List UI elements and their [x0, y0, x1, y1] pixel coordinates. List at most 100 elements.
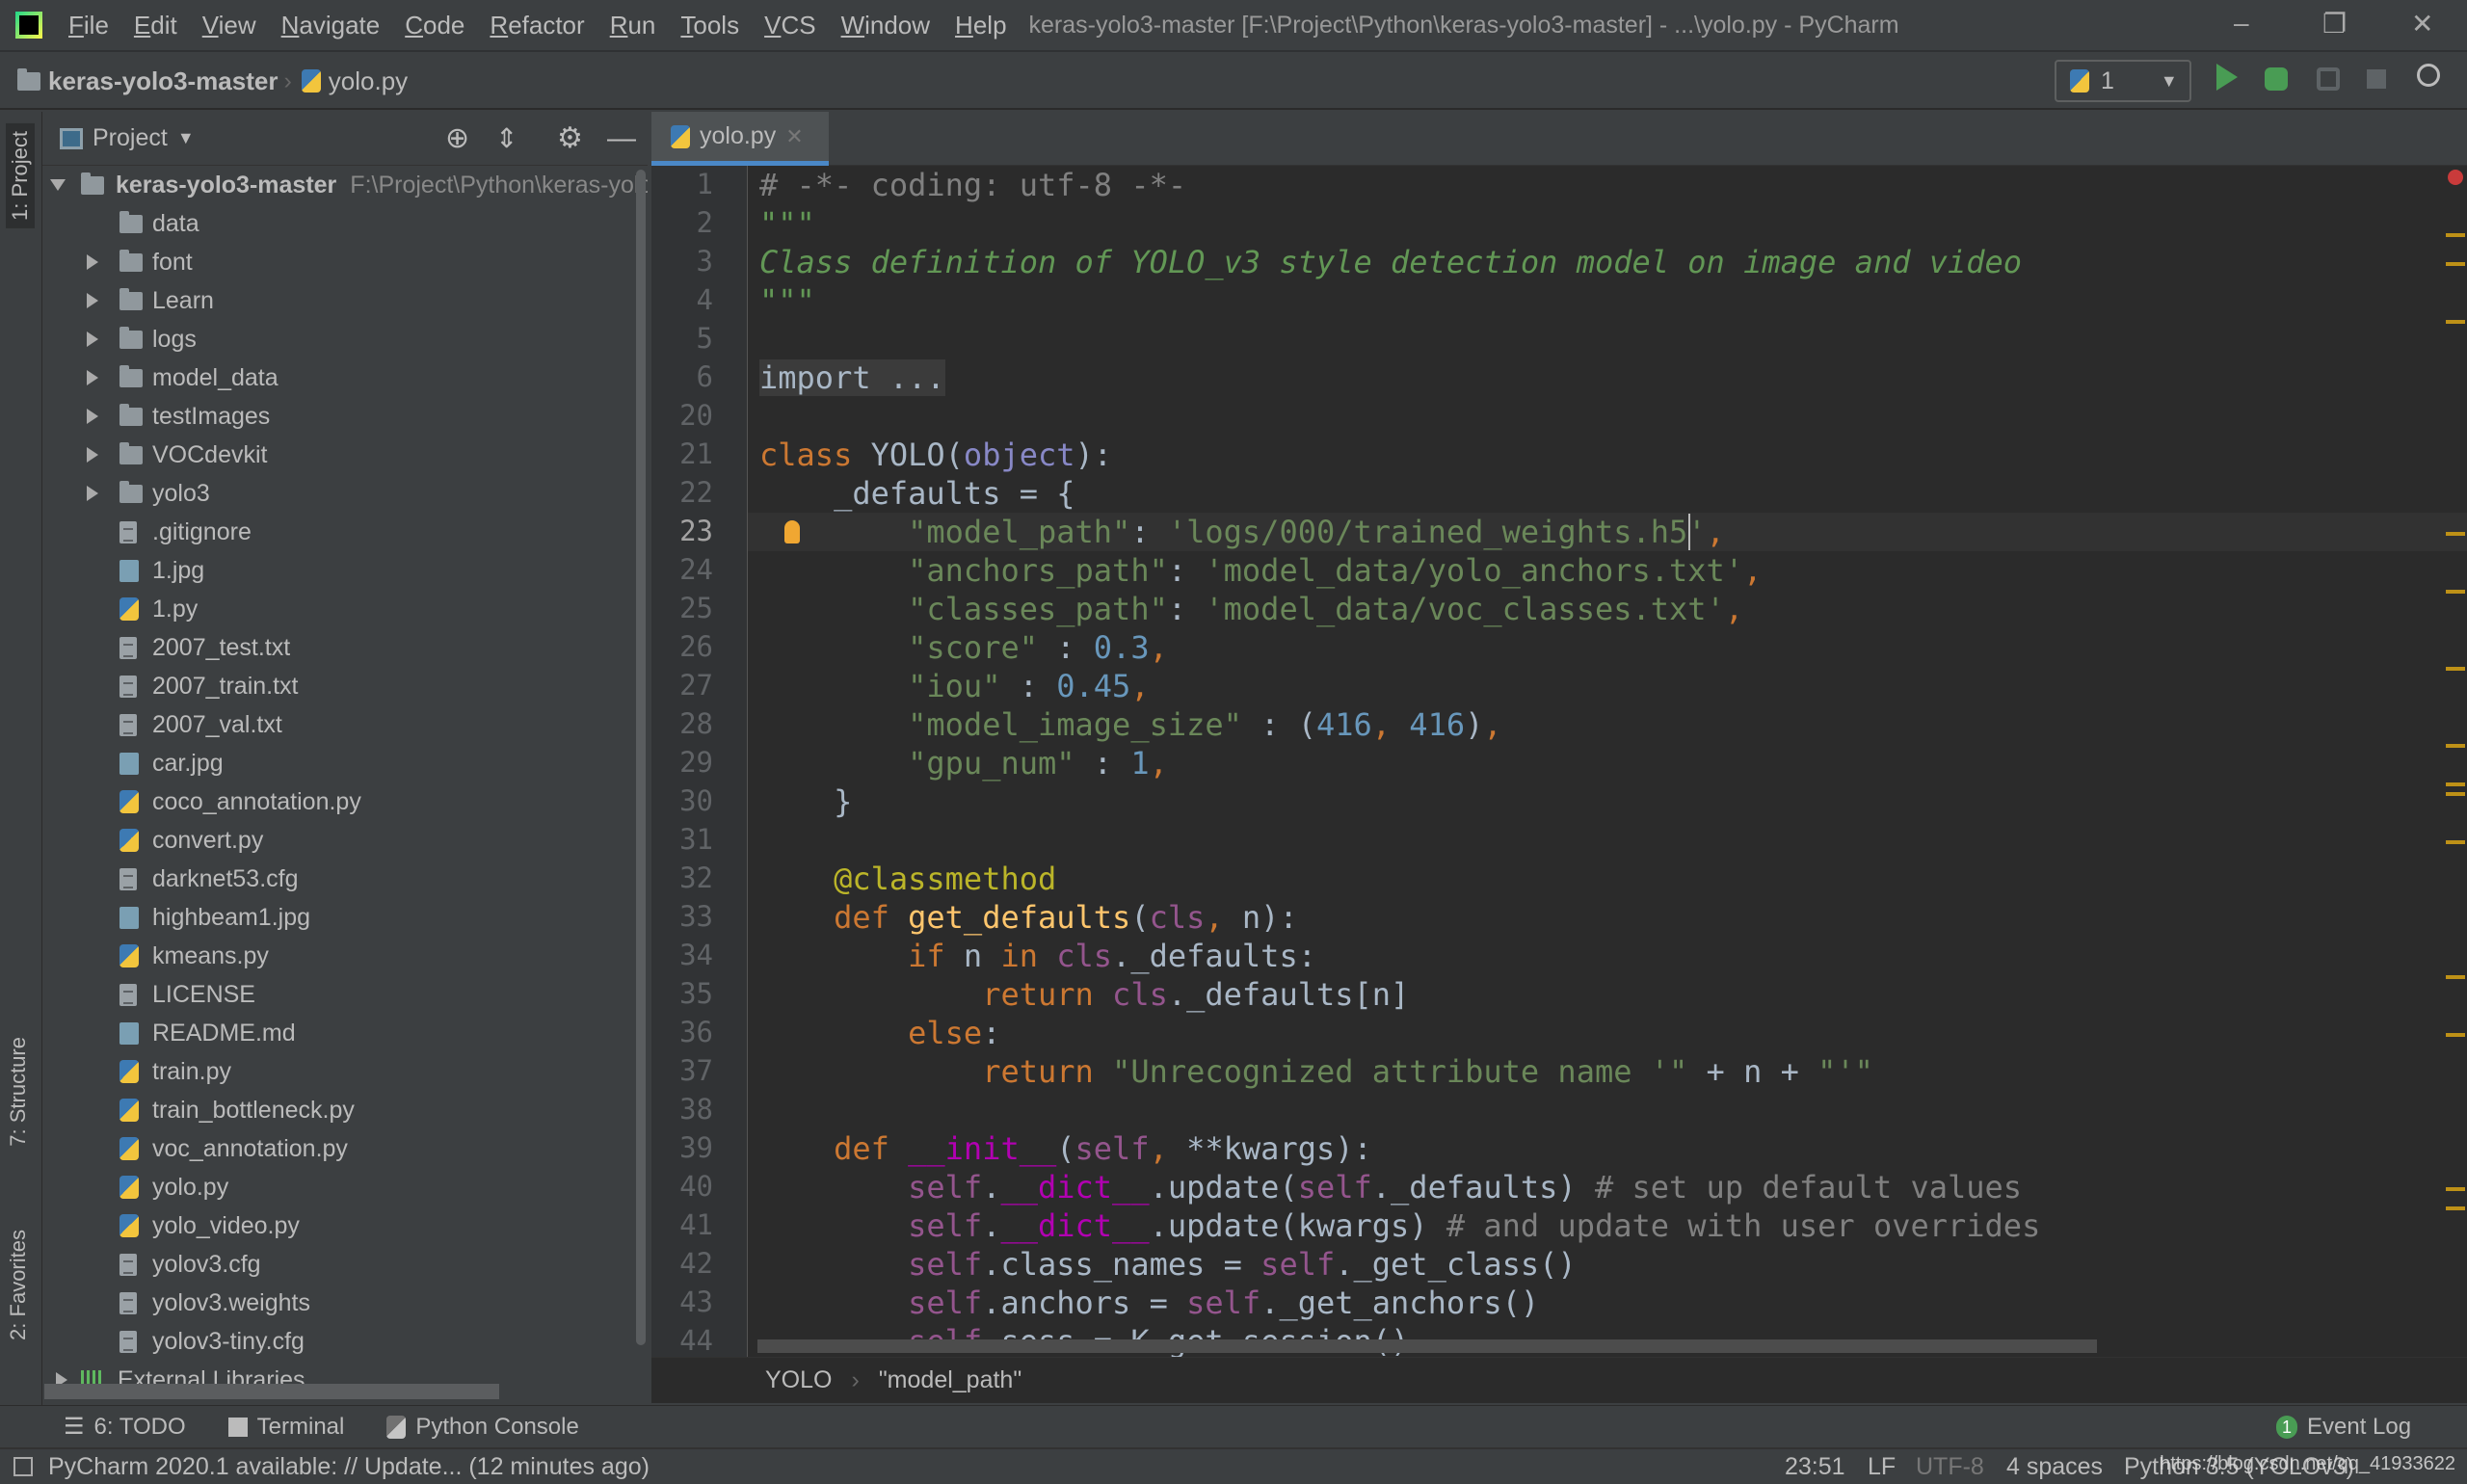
tree-item[interactable]: 2007_train.txt	[42, 667, 648, 705]
warning-mark-icon[interactable]	[2446, 667, 2465, 671]
warning-mark-icon[interactable]	[2446, 744, 2465, 748]
code-line[interactable]: "anchors_path": 'model_data/yolo_anchors…	[759, 551, 1762, 590]
code-line[interactable]: class YOLO(object):	[759, 436, 1112, 474]
structure-tool-tab[interactable]: 7: Structure	[6, 1037, 31, 1147]
tree-item[interactable]: data	[42, 204, 648, 243]
warning-mark-icon[interactable]	[2446, 1206, 2465, 1210]
python-console-button[interactable]: Python Console	[386, 1414, 579, 1441]
code-line[interactable]: """	[759, 204, 815, 243]
tree-item[interactable]: yolo3	[42, 474, 648, 513]
expand-arrow-icon[interactable]	[87, 331, 98, 347]
event-log-button[interactable]: 1 Event Log	[2276, 1414, 2411, 1441]
breadcrumb-class[interactable]: YOLO	[765, 1366, 832, 1394]
expand-arrow-icon[interactable]	[87, 486, 98, 501]
menu-code[interactable]: Code	[392, 11, 477, 40]
code-line[interactable]: Class definition of YOLO_v3 style detect…	[759, 243, 2022, 281]
chevron-down-icon[interactable]: ▼	[177, 128, 195, 148]
code-line[interactable]: self.__dict__.update(self._defaults) # s…	[759, 1168, 2022, 1206]
code-editor[interactable]: 1 2 3 4 5 6 20 21 22 23 24 25 26 27 28 29 30 31 32 33 34 35 36…	[651, 166, 2467, 1357]
warning-mark-icon[interactable]	[2446, 782, 2465, 786]
code-line[interactable]: else:	[759, 1014, 1000, 1052]
code-line[interactable]: self.anchors = self._get_anchors()	[759, 1284, 1539, 1322]
expand-arrow-icon[interactable]	[87, 409, 98, 424]
expand-arrow-icon[interactable]	[50, 179, 66, 191]
code-line[interactable]: _defaults = {	[759, 474, 1074, 513]
tree-item[interactable]: .gitignore	[42, 513, 648, 551]
breadcrumb-key[interactable]: "model_path"	[879, 1366, 1021, 1394]
nav-file[interactable]: yolo.py	[298, 66, 408, 96]
warning-mark-icon[interactable]	[2446, 840, 2465, 844]
tree-horizontal-scrollbar[interactable]	[44, 1384, 499, 1399]
expand-arrow-icon[interactable]	[87, 370, 98, 385]
menu-help[interactable]: Help	[942, 11, 1019, 40]
tree-item[interactable]: yolo.py	[42, 1168, 648, 1206]
code-line[interactable]: """	[759, 281, 815, 320]
menu-window[interactable]: Window	[829, 11, 942, 40]
tree-root[interactable]: keras-yolo3-master F:\Project\Python\ker…	[42, 166, 648, 204]
code-line[interactable]: @classmethod	[759, 860, 1056, 898]
caret-position[interactable]: 23:51	[1785, 1453, 1845, 1481]
menu-file[interactable]: File	[56, 11, 121, 40]
close-tab-icon[interactable]: ✕	[785, 124, 803, 149]
terminal-tool-button[interactable]: Terminal	[227, 1414, 344, 1441]
code-line[interactable]: import ...	[759, 358, 945, 397]
tree-item[interactable]: model_data	[42, 358, 648, 397]
file-encoding[interactable]: UTF-8	[1916, 1453, 1984, 1481]
code-line[interactable]: "iou" : 0.45,	[759, 667, 1149, 705]
toggle-tool-windows-icon[interactable]	[13, 1457, 33, 1476]
tree-item[interactable]: font	[42, 243, 648, 281]
tree-item[interactable]: 1.jpg	[42, 551, 648, 590]
code-line[interactable]: if n in cls._defaults:	[759, 937, 1316, 975]
tree-item[interactable]: yolo_video.py	[42, 1206, 648, 1245]
code-line[interactable]: }	[759, 782, 852, 821]
menu-vcs[interactable]: VCS	[752, 11, 828, 40]
tree-item[interactable]: convert.py	[42, 821, 648, 860]
code-line[interactable]: def get_defaults(cls, n):	[759, 898, 1298, 937]
warning-mark-icon[interactable]	[2446, 975, 2465, 979]
tree-item[interactable]: VOCdevkit	[42, 436, 648, 474]
tree-item[interactable]: Learn	[42, 281, 648, 320]
line-separator[interactable]: LF	[1868, 1453, 1896, 1481]
menu-view[interactable]: View	[190, 11, 269, 40]
code-line[interactable]: # -*- coding: utf-8 -*-	[759, 166, 1186, 204]
menu-edit[interactable]: Edit	[121, 11, 190, 40]
tree-item[interactable]: kmeans.py	[42, 937, 648, 975]
project-tool-tab[interactable]: 1: Project	[6, 123, 35, 228]
tree-item[interactable]: 2007_test.txt	[42, 628, 648, 667]
favorites-tool-tab[interactable]: 2: Favorites	[6, 1230, 31, 1340]
run-icon[interactable]	[2216, 64, 2238, 91]
warning-mark-icon[interactable]	[2446, 532, 2465, 536]
search-icon[interactable]	[2417, 64, 2440, 87]
expand-arrow-icon[interactable]	[87, 293, 98, 308]
tree-vertical-scrollbar[interactable]	[636, 170, 646, 1345]
debug-icon[interactable]	[2265, 67, 2288, 91]
code-line[interactable]: return "Unrecognized attribute name '" +…	[759, 1052, 1873, 1091]
minimize-button[interactable]: –	[2234, 8, 2249, 39]
code-line[interactable]: def __init__(self, **kwargs):	[759, 1129, 1372, 1168]
code-line[interactable]: return cls._defaults[n]	[759, 975, 1409, 1014]
code-line[interactable]: "model_path": 'logs/000/trained_weights.…	[759, 513, 1725, 551]
gear-icon[interactable]: ⚙	[557, 121, 583, 155]
indent-setting[interactable]: 4 spaces	[2006, 1453, 2103, 1481]
expand-arrow-icon[interactable]	[87, 447, 98, 463]
coverage-icon[interactable]	[2317, 67, 2340, 91]
warning-mark-icon[interactable]	[2446, 590, 2465, 594]
tree-item[interactable]: logs	[42, 320, 648, 358]
lightbulb-icon[interactable]	[784, 520, 800, 543]
code-line[interactable]: self.__dict__.update(kwargs) # and updat…	[759, 1206, 2040, 1245]
warning-mark-icon[interactable]	[2446, 262, 2465, 266]
editor-horizontal-scrollbar[interactable]	[757, 1339, 2097, 1353]
warning-mark-icon[interactable]	[2446, 1033, 2465, 1037]
code-line[interactable]: "score" : 0.3,	[759, 628, 1168, 667]
warning-mark-icon[interactable]	[2446, 320, 2465, 324]
run-config-select[interactable]: 1 ▼	[2055, 60, 2191, 102]
code-line[interactable]: self.class_names = self._get_class()	[759, 1245, 1577, 1284]
tree-item[interactable]: voc_annotation.py	[42, 1129, 648, 1168]
todo-tool-button[interactable]: ☰ 6: TODO	[64, 1413, 186, 1441]
project-view-select[interactable]: Project	[93, 124, 168, 152]
menu-run[interactable]: Run	[597, 11, 669, 40]
collapse-all-icon[interactable]: ⇕	[495, 122, 517, 154]
tree-item[interactable]: yolov3-tiny.cfg	[42, 1322, 648, 1361]
warning-mark-icon[interactable]	[2446, 233, 2465, 237]
code-line[interactable]: "model_image_size" : (416, 416),	[759, 705, 1502, 744]
